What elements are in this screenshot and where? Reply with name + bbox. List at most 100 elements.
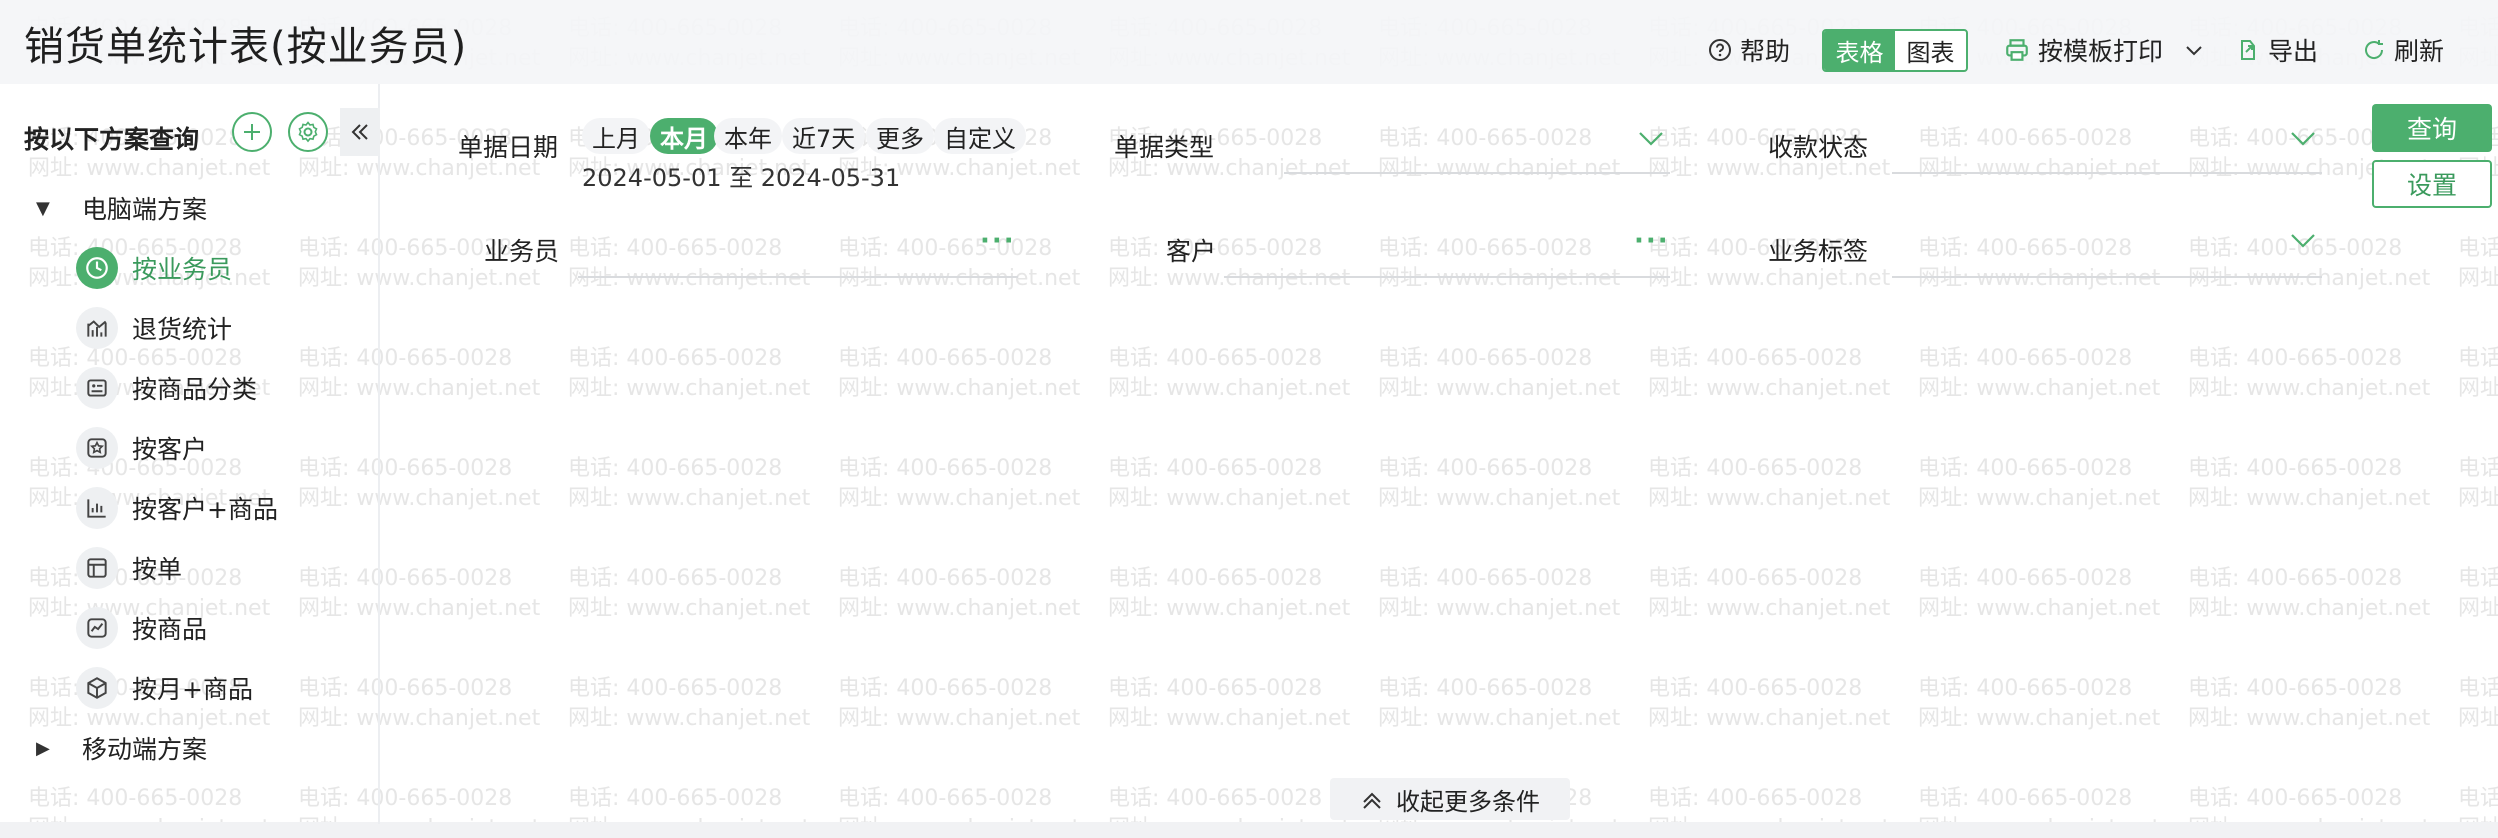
cube-icon [76, 667, 118, 709]
print-label: 按模板打印 [2038, 37, 2164, 66]
date-preset-last-month[interactable]: 上月 [582, 118, 650, 154]
help-label: 帮助 [1740, 37, 1791, 66]
add-scheme-button[interactable] [232, 112, 272, 152]
watermark-text: 电话: 400-665-0028网址: www.chanjet.net [568, 676, 811, 731]
watermark-text: 电话: 400-665-0028网址: www.chanjet.net [2458, 456, 2498, 511]
view-toggle-table[interactable]: 表格 [1824, 31, 1895, 70]
scheme-item-label: 按单 [132, 555, 183, 584]
watermark-text: 电话: 400-665-0028网址: www.chanjet.net [1648, 456, 1891, 511]
scheme-item-returns[interactable]: 退货统计 [76, 306, 232, 350]
watermark-text: 电话: 400-665-0028网址: www.chanjet.net [1378, 456, 1621, 511]
caret-right-icon: ▶ [36, 737, 50, 759]
date-range-text[interactable]: 2024-05-01 至 2024-05-31 [582, 158, 900, 193]
chevron-up-icon [1363, 792, 1381, 809]
customer-more-icon[interactable]: ··· [1634, 226, 1670, 256]
watermark-text: 电话: 400-665-0028网址: www.chanjet.net [2188, 456, 2431, 511]
watermark-text: 电话: 400-665-0028网址: www.chanjet.net [2188, 346, 2431, 401]
scheme-item-by-salesperson[interactable]: 按业务员 [76, 246, 232, 290]
payment-status-select[interactable] [1892, 172, 2322, 174]
watermark-text: 电话: 400-665-0028网址: www.chanjet.net [1648, 346, 1891, 401]
watermark-text: 电话: 400-665-0028网址: www.chanjet.net [2458, 236, 2498, 291]
chevron-down-icon[interactable] [1636, 126, 1666, 150]
filter-label-date: 单据日期 [458, 133, 559, 162]
star-icon [76, 427, 118, 469]
scheme-sidebar: 按以下方案查询 ▼ 电脑端方案 按业务员 退货统计 按商品分类 按客户 按客户+… [0, 84, 380, 824]
bar-chart-icon [76, 487, 118, 529]
double-chevron-left-icon [351, 124, 368, 140]
salesperson-more-icon[interactable]: ··· [980, 226, 1016, 256]
doc-type-select[interactable] [1284, 172, 1670, 174]
page-title: 销货单统计表(按业务员) [24, 24, 468, 70]
gear-icon [298, 121, 318, 143]
collapse-more-label: 收起更多条件 [1396, 787, 1540, 816]
collapse-sidebar-button[interactable] [340, 108, 380, 156]
layout-icon [76, 547, 118, 589]
refresh-label: 刷新 [2394, 37, 2445, 66]
filter-label-doc-type: 单据类型 [1114, 133, 1215, 162]
scheme-item-label: 按客户 [132, 435, 208, 464]
export-button[interactable]: 导出 [2236, 30, 2318, 70]
scheme-group-label: 移动端方案 [82, 735, 208, 764]
watermark-text: 电话: 400-665-0028网址: www.chanjet.net [568, 236, 811, 291]
date-preset-last-7-days[interactable]: 近7天 [782, 118, 866, 154]
page-header: 销货单统计表(按业务员) 帮助 表格 图表 按模板打印 导出 刷新 [0, 0, 2498, 84]
scheme-group-label: 电脑端方案 [82, 195, 208, 224]
scheme-item-by-customer[interactable]: 按客户 [76, 426, 207, 470]
chevron-down-icon[interactable] [2288, 126, 2318, 150]
watermark-text: 电话: 400-665-0028网址: www.chanjet.net [568, 566, 811, 621]
watermark-text: 电话: 400-665-0028网址: www.chanjet.net [1918, 236, 2161, 291]
date-preset-this-year[interactable]: 本年 [714, 118, 782, 154]
scheme-item-by-product[interactable]: 按商品 [76, 606, 207, 650]
scheme-item-by-category[interactable]: 按商品分类 [76, 366, 257, 410]
view-toggle-chart[interactable]: 图表 [1895, 31, 1966, 70]
filter-label-salesperson: 业务员 [484, 237, 560, 266]
watermark-text: 电话: 400-665-0028网址: www.chanjet.net [1918, 566, 2161, 621]
collapse-more-conditions-button[interactable]: 收起更多条件 [1330, 778, 1570, 820]
watermark-text: 电话: 400-665-0028网址: www.chanjet.net [1918, 456, 2161, 511]
help-icon [1709, 39, 1731, 61]
query-button[interactable]: 查询 [2372, 104, 2492, 152]
bottom-strip [0, 822, 2498, 838]
refresh-button[interactable]: 刷新 [2362, 30, 2444, 70]
trend-chart-icon [76, 607, 118, 649]
scheme-item-label: 按客户+商品 [132, 495, 278, 524]
date-preset-more[interactable]: 更多 [866, 118, 934, 154]
scheme-item-by-customer-product[interactable]: 按客户+商品 [76, 486, 278, 530]
filter-label-payment-status: 收款状态 [1768, 133, 1869, 162]
sidebar-title: 按以下方案查询 [24, 125, 200, 154]
watermark-text: 电话: 400-665-0028网址: www.chanjet.net [1108, 676, 1351, 731]
watermark-text: 电话: 400-665-0028网址: www.chanjet.net [838, 346, 1081, 401]
clock-icon [76, 247, 118, 289]
chevron-down-icon [2186, 46, 2202, 56]
view-toggle[interactable]: 表格 图表 [1822, 29, 1968, 72]
watermark-text: 电话: 400-665-0028网址: www.chanjet.net [1378, 126, 1621, 181]
watermark-text: 电话: 400-665-0028网址: www.chanjet.net [838, 676, 1081, 731]
chevron-down-icon[interactable] [2288, 228, 2318, 252]
date-preset-this-month[interactable]: 本月 [650, 118, 718, 154]
filter-label-business-tag: 业务标签 [1768, 237, 1869, 266]
scheme-settings-button[interactable] [288, 112, 328, 152]
plus-icon [244, 124, 260, 140]
watermark-text: 电话: 400-665-0028网址: www.chanjet.net [2458, 566, 2498, 621]
settings-button[interactable]: 设置 [2372, 160, 2492, 208]
help-button[interactable]: 帮助 [1708, 30, 1790, 70]
scheme-item-by-month-product[interactable]: 按月+商品 [76, 666, 253, 710]
watermark-text: 电话: 400-665-0028网址: www.chanjet.net [1108, 346, 1351, 401]
scheme-item-by-document[interactable]: 按单 [76, 546, 182, 590]
print-dropdown-button[interactable] [2182, 30, 2214, 70]
scheme-item-label: 按商品分类 [132, 375, 258, 404]
salesperson-picker[interactable] [578, 276, 1018, 278]
print-template-button[interactable]: 按模板打印 [2004, 30, 2163, 70]
business-tag-select[interactable] [1892, 276, 2322, 278]
watermark-text: 电话: 400-665-0028网址: www.chanjet.net [2188, 676, 2431, 731]
date-preset-custom[interactable]: 自定义 [934, 118, 1026, 154]
scheme-group-desktop[interactable]: ▼ 电脑端方案 [36, 188, 207, 228]
printer-icon [2006, 39, 2028, 61]
watermark-text: 电话: 400-665-0028网址: www.chanjet.net [1648, 676, 1891, 731]
customer-picker[interactable] [1224, 276, 1670, 278]
scheme-group-mobile[interactable]: ▶ 移动端方案 [36, 728, 207, 768]
watermark-text: 电话: 400-665-0028网址: www.chanjet.net [1918, 676, 2161, 731]
watermark-text: 电话: 400-665-0028网址: www.chanjet.net [1378, 676, 1621, 731]
watermark-text: 电话: 400-665-0028网址: www.chanjet.net [568, 456, 811, 511]
scheme-item-label: 按月+商品 [132, 675, 253, 704]
